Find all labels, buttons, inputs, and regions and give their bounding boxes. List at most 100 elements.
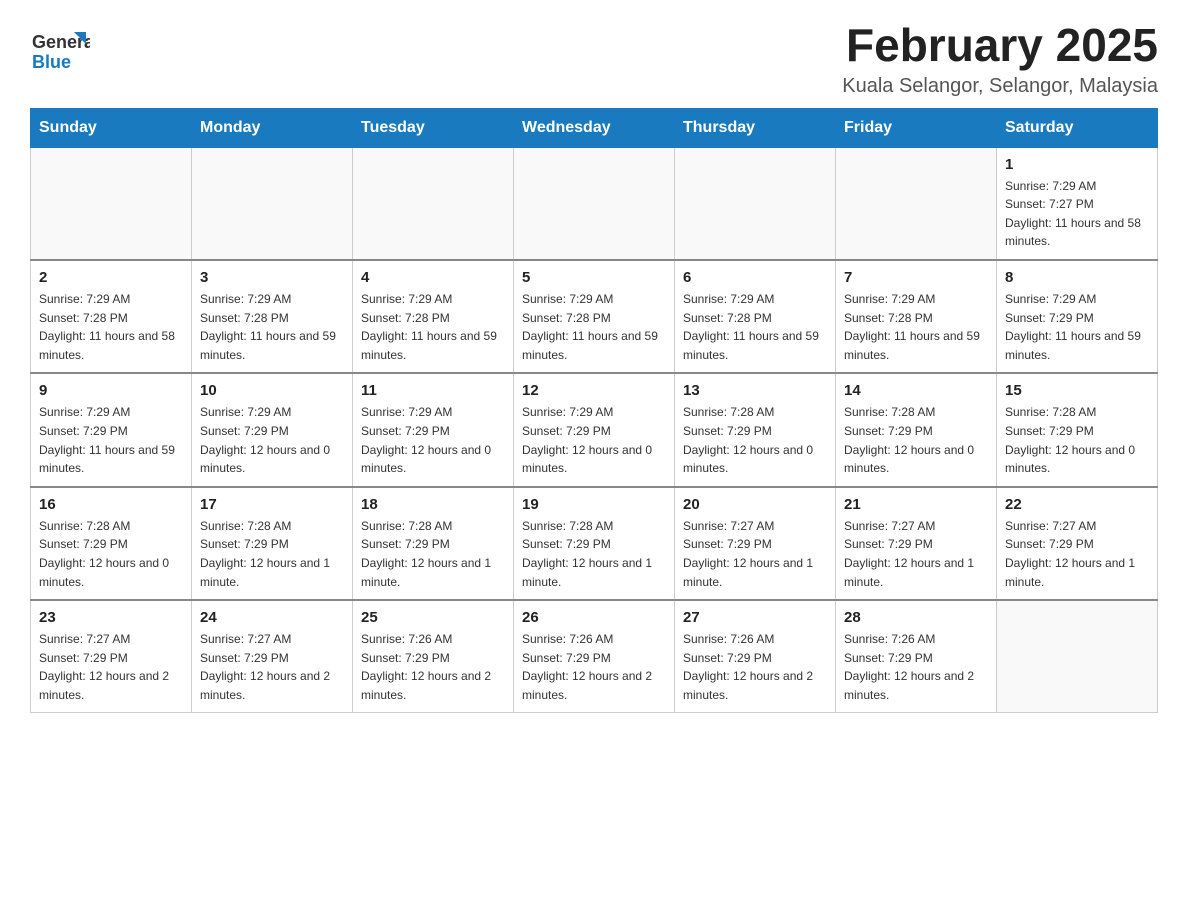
day-cell: 17 Sunrise: 7:28 AMSunset: 7:29 PMDayligh… (192, 487, 353, 600)
day-info: Sunrise: 7:28 AMSunset: 7:29 PMDaylight:… (844, 403, 988, 477)
day-number: 14 (844, 382, 988, 399)
day-info: Sunrise: 7:26 AMSunset: 7:29 PMDaylight:… (844, 630, 988, 704)
day-cell: 13 Sunrise: 7:28 AMSunset: 7:29 PMDayligh… (675, 373, 836, 486)
day-number: 24 (200, 609, 344, 626)
day-number: 9 (39, 382, 183, 399)
day-cell (353, 147, 514, 260)
day-cell: 9 Sunrise: 7:29 AMSunset: 7:29 PMDaylight… (31, 373, 192, 486)
day-cell: 25 Sunrise: 7:26 AMSunset: 7:29 PMDayligh… (353, 600, 514, 713)
week-row-4: 16 Sunrise: 7:28 AMSunset: 7:29 PMDayligh… (31, 487, 1158, 600)
day-number: 28 (844, 609, 988, 626)
day-cell: 20 Sunrise: 7:27 AMSunset: 7:29 PMDayligh… (675, 487, 836, 600)
day-info: Sunrise: 7:29 AMSunset: 7:28 PMDaylight:… (844, 290, 988, 364)
day-number: 2 (39, 269, 183, 286)
day-info: Sunrise: 7:29 AMSunset: 7:28 PMDaylight:… (200, 290, 344, 364)
day-number: 25 (361, 609, 505, 626)
day-info: Sunrise: 7:29 AMSunset: 7:27 PMDaylight:… (1005, 177, 1149, 251)
day-cell: 24 Sunrise: 7:27 AMSunset: 7:29 PMDayligh… (192, 600, 353, 713)
day-number: 17 (200, 496, 344, 513)
day-cell: 16 Sunrise: 7:28 AMSunset: 7:29 PMDayligh… (31, 487, 192, 600)
week-row-5: 23 Sunrise: 7:27 AMSunset: 7:29 PMDayligh… (31, 600, 1158, 713)
day-cell (514, 147, 675, 260)
day-cell: 22 Sunrise: 7:27 AMSunset: 7:29 PMDayligh… (997, 487, 1158, 600)
day-cell: 1Sunrise: 7:29 AMSunset: 7:27 PMDaylight… (997, 147, 1158, 260)
day-number: 12 (522, 382, 666, 399)
day-number: 22 (1005, 496, 1149, 513)
calendar-header: SundayMondayTuesdayWednesdayThursdayFrid… (31, 108, 1158, 147)
day-info: Sunrise: 7:28 AMSunset: 7:29 PMDaylight:… (1005, 403, 1149, 477)
day-cell: 2 Sunrise: 7:29 AMSunset: 7:28 PMDaylight… (31, 260, 192, 373)
day-cell: 15 Sunrise: 7:28 AMSunset: 7:29 PMDayligh… (997, 373, 1158, 486)
day-cell: 5 Sunrise: 7:29 AMSunset: 7:28 PMDaylight… (514, 260, 675, 373)
day-info: Sunrise: 7:27 AMSunset: 7:29 PMDaylight:… (39, 630, 183, 704)
day-cell (675, 147, 836, 260)
day-cell: 3 Sunrise: 7:29 AMSunset: 7:28 PMDaylight… (192, 260, 353, 373)
day-number: 27 (683, 609, 827, 626)
day-cell: 11 Sunrise: 7:29 AMSunset: 7:29 PMDayligh… (353, 373, 514, 486)
svg-text:Blue: Blue (32, 52, 71, 72)
day-number: 13 (683, 382, 827, 399)
logo: General Blue (30, 20, 90, 85)
week-row-2: 2 Sunrise: 7:29 AMSunset: 7:28 PMDaylight… (31, 260, 1158, 373)
day-info: Sunrise: 7:29 AMSunset: 7:29 PMDaylight:… (1005, 290, 1149, 364)
day-cell (836, 147, 997, 260)
header-day-thursday: Thursday (675, 108, 836, 147)
day-info: Sunrise: 7:29 AMSunset: 7:29 PMDaylight:… (39, 403, 183, 477)
day-number: 26 (522, 609, 666, 626)
day-number: 7 (844, 269, 988, 286)
day-info: Sunrise: 7:29 AMSunset: 7:28 PMDaylight:… (522, 290, 666, 364)
day-cell (997, 600, 1158, 713)
page-header: General Blue February 2025 Kuala Selango… (30, 20, 1158, 98)
day-info: Sunrise: 7:27 AMSunset: 7:29 PMDaylight:… (1005, 517, 1149, 591)
day-number: 5 (522, 269, 666, 286)
day-cell (31, 147, 192, 260)
day-number: 6 (683, 269, 827, 286)
day-cell: 8 Sunrise: 7:29 AMSunset: 7:29 PMDaylight… (997, 260, 1158, 373)
day-cell (192, 147, 353, 260)
day-info: Sunrise: 7:28 AMSunset: 7:29 PMDaylight:… (361, 517, 505, 591)
day-number: 19 (522, 496, 666, 513)
calendar-table: SundayMondayTuesdayWednesdayThursdayFrid… (30, 108, 1158, 714)
day-number: 8 (1005, 269, 1149, 286)
day-number: 4 (361, 269, 505, 286)
day-info: Sunrise: 7:27 AMSunset: 7:29 PMDaylight:… (683, 517, 827, 591)
calendar-body: 1Sunrise: 7:29 AMSunset: 7:27 PMDaylight… (31, 147, 1158, 713)
day-number: 23 (39, 609, 183, 626)
day-info: Sunrise: 7:29 AMSunset: 7:29 PMDaylight:… (361, 403, 505, 477)
day-number: 16 (39, 496, 183, 513)
day-info: Sunrise: 7:26 AMSunset: 7:29 PMDaylight:… (522, 630, 666, 704)
header-day-saturday: Saturday (997, 108, 1158, 147)
day-info: Sunrise: 7:28 AMSunset: 7:29 PMDaylight:… (683, 403, 827, 477)
day-number: 11 (361, 382, 505, 399)
day-cell: 4Sunrise: 7:29 AMSunset: 7:28 PMDaylight… (353, 260, 514, 373)
day-number: 18 (361, 496, 505, 513)
header-day-sunday: Sunday (31, 108, 192, 147)
day-cell: 6 Sunrise: 7:29 AMSunset: 7:28 PMDaylight… (675, 260, 836, 373)
day-info: Sunrise: 7:28 AMSunset: 7:29 PMDaylight:… (39, 517, 183, 591)
week-row-1: 1Sunrise: 7:29 AMSunset: 7:27 PMDaylight… (31, 147, 1158, 260)
day-info: Sunrise: 7:28 AMSunset: 7:29 PMDaylight:… (522, 517, 666, 591)
day-cell: 23 Sunrise: 7:27 AMSunset: 7:29 PMDayligh… (31, 600, 192, 713)
day-number: 20 (683, 496, 827, 513)
day-info: Sunrise: 7:29 AMSunset: 7:29 PMDaylight:… (200, 403, 344, 477)
day-number: 15 (1005, 382, 1149, 399)
day-cell: 19 Sunrise: 7:28 AMSunset: 7:29 PMDayligh… (514, 487, 675, 600)
day-info: Sunrise: 7:26 AMSunset: 7:29 PMDaylight:… (361, 630, 505, 704)
day-info: Sunrise: 7:27 AMSunset: 7:29 PMDaylight:… (200, 630, 344, 704)
day-info: Sunrise: 7:29 AMSunset: 7:28 PMDaylight:… (683, 290, 827, 364)
day-cell: 12 Sunrise: 7:29 AMSunset: 7:29 PMDayligh… (514, 373, 675, 486)
day-number: 3 (200, 269, 344, 286)
header-day-wednesday: Wednesday (514, 108, 675, 147)
day-info: Sunrise: 7:29 AMSunset: 7:29 PMDaylight:… (522, 403, 666, 477)
day-number: 21 (844, 496, 988, 513)
day-cell: 27 Sunrise: 7:26 AMSunset: 7:29 PMDayligh… (675, 600, 836, 713)
day-cell: 10 Sunrise: 7:29 AMSunset: 7:29 PMDayligh… (192, 373, 353, 486)
day-info: Sunrise: 7:26 AMSunset: 7:29 PMDaylight:… (683, 630, 827, 704)
day-cell: 18 Sunrise: 7:28 AMSunset: 7:29 PMDayligh… (353, 487, 514, 600)
day-info: Sunrise: 7:28 AMSunset: 7:29 PMDaylight:… (200, 517, 344, 591)
day-info: Sunrise: 7:27 AMSunset: 7:29 PMDaylight:… (844, 517, 988, 591)
day-number: 10 (200, 382, 344, 399)
day-info: Sunrise: 7:29 AMSunset: 7:28 PMDaylight:… (39, 290, 183, 364)
header-day-monday: Monday (192, 108, 353, 147)
header-day-tuesday: Tuesday (353, 108, 514, 147)
